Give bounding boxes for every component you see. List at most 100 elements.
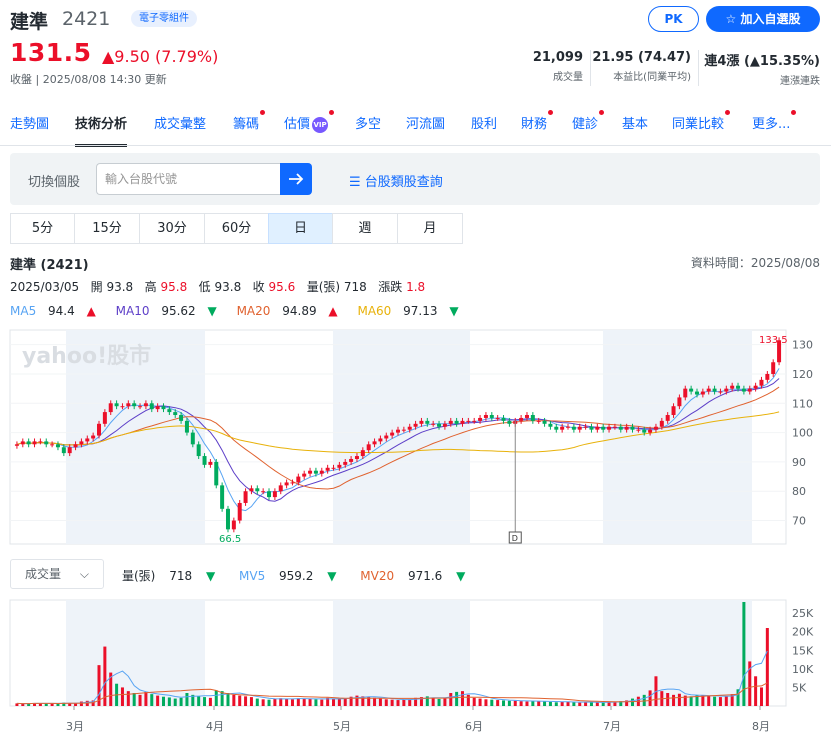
volume-bar	[759, 687, 763, 706]
tab-peer[interactable]: 同業比較	[672, 110, 731, 148]
tab-basic[interactable]: 基本	[622, 112, 648, 148]
candle	[460, 420, 465, 424]
volume-bar	[21, 703, 25, 706]
mv5-dir: ▼	[327, 569, 337, 583]
candle	[337, 464, 342, 468]
candle	[231, 520, 236, 530]
tab-bullbear[interactable]: 多空	[355, 112, 381, 148]
volume-bar	[537, 701, 541, 706]
yahoo-watermark: yahoo!股市	[22, 343, 151, 369]
candle	[67, 447, 72, 454]
indicator-select[interactable]: 成交量 ⌵	[10, 559, 104, 589]
dividend-marker-label: D	[512, 534, 518, 543]
candle	[138, 406, 143, 408]
volume-bar	[373, 697, 377, 706]
category-query-link[interactable]: ☰ 台股類股查詢	[349, 171, 443, 190]
month-band	[333, 600, 470, 706]
pk-button[interactable]: PK	[648, 6, 699, 32]
candle	[208, 461, 213, 465]
tab-technical[interactable]: 技術分析	[75, 112, 128, 148]
ma10-value: 95.62	[161, 304, 196, 318]
candle	[489, 415, 494, 418]
candle	[120, 406, 125, 408]
category-badge[interactable]: 電子零組件	[131, 10, 197, 27]
vol-tick-label: 10K	[792, 663, 814, 676]
add-watchlist-label: 加入自選股	[740, 12, 801, 26]
ma60-label: MA60	[357, 304, 392, 318]
vol-tick-label: 15K	[792, 644, 814, 657]
candle	[554, 426, 559, 430]
candle	[765, 373, 770, 380]
period-month[interactable]: 月	[397, 213, 463, 244]
candle	[38, 441, 43, 443]
candle	[401, 429, 406, 431]
candle	[132, 403, 137, 407]
new-dot	[329, 110, 335, 115]
period-week[interactable]: 週	[332, 213, 398, 244]
candle	[712, 388, 717, 392]
candle	[730, 385, 735, 389]
close-value: 95.6	[268, 280, 296, 294]
volume-bar	[595, 702, 599, 706]
volume-bar	[449, 693, 453, 706]
tab-chips[interactable]: 籌碼	[233, 110, 266, 148]
volume-bar	[144, 691, 148, 706]
candle	[396, 429, 400, 433]
candle	[284, 482, 289, 486]
vol-tick-label: 20K	[792, 626, 814, 639]
candle	[196, 444, 201, 457]
ma20-label: MA20	[236, 304, 271, 318]
volume-chart[interactable]: 25K 20K 15K 10K 5K 3月 4月 5月 6月 7月 8月	[0, 596, 831, 752]
ma60-item: MA60 97.13 ▼	[357, 304, 466, 318]
tab-river[interactable]: 河流圖	[406, 112, 445, 148]
volume-bar	[378, 698, 382, 706]
tab-dividend[interactable]: 股利	[471, 112, 497, 148]
search-submit-button[interactable]	[280, 163, 312, 195]
candle	[612, 426, 617, 428]
ma5-item: MA5 94.4 ▲	[10, 304, 104, 318]
vol-legend-dir: ▼	[205, 569, 216, 583]
data-time: 資料時間：2025/08/08	[690, 256, 820, 270]
volume-bar	[167, 697, 171, 706]
tab-realtime[interactable]: 走勢圖	[10, 112, 49, 148]
candle	[290, 482, 295, 484]
period-15m[interactable]: 15分	[74, 213, 140, 244]
volume-bar	[238, 695, 242, 706]
candle	[354, 456, 359, 459]
candle	[325, 467, 330, 471]
candle	[155, 406, 160, 410]
stock-search-input[interactable]: 輸入台股代號	[96, 163, 281, 195]
add-watchlist-button[interactable]: ☆ 加入自選股	[706, 6, 820, 32]
period-60m[interactable]: 60分	[204, 213, 269, 244]
y-tick-label: 110	[792, 397, 813, 410]
volume-bar	[548, 701, 552, 706]
ma10-item: MA10 95.62 ▼	[116, 304, 225, 318]
new-dot	[548, 110, 554, 115]
min-price-label: 66.5	[219, 534, 241, 545]
candle	[548, 423, 553, 427]
volume-bar	[296, 698, 300, 706]
tab-trades[interactable]: 成交彙整	[154, 112, 206, 148]
candle	[278, 485, 283, 492]
volume-bar	[185, 693, 189, 706]
volume-bar	[361, 696, 365, 706]
candle	[237, 502, 242, 521]
stat-streak: 連4漲 (▲15.35%) 連漲連跌	[704, 50, 820, 87]
candle	[313, 470, 318, 474]
tab-finance[interactable]: 財務	[521, 110, 554, 148]
volume-bar	[724, 696, 728, 706]
tab-more[interactable]: 更多...	[752, 110, 797, 148]
period-30m[interactable]: 30分	[139, 213, 205, 244]
candle	[114, 403, 119, 407]
volume-bar	[79, 701, 83, 706]
volume-bar	[332, 698, 336, 706]
stat-pe-value: 21.95 (74.47)	[592, 50, 691, 65]
volume-bar	[754, 676, 758, 706]
candle	[366, 444, 371, 451]
tab-health[interactable]: 健診	[572, 110, 605, 148]
max-price-label: 133.5	[759, 335, 788, 346]
period-day[interactable]: 日	[268, 213, 333, 244]
tab-valuation[interactable]: 估價 VIP	[284, 110, 335, 148]
price-chart[interactable]: 130 120 110 100 90 80 70 yahoo!股市 133.5 66.5 D	[0, 326, 831, 548]
period-5m[interactable]: 5分	[10, 213, 75, 244]
